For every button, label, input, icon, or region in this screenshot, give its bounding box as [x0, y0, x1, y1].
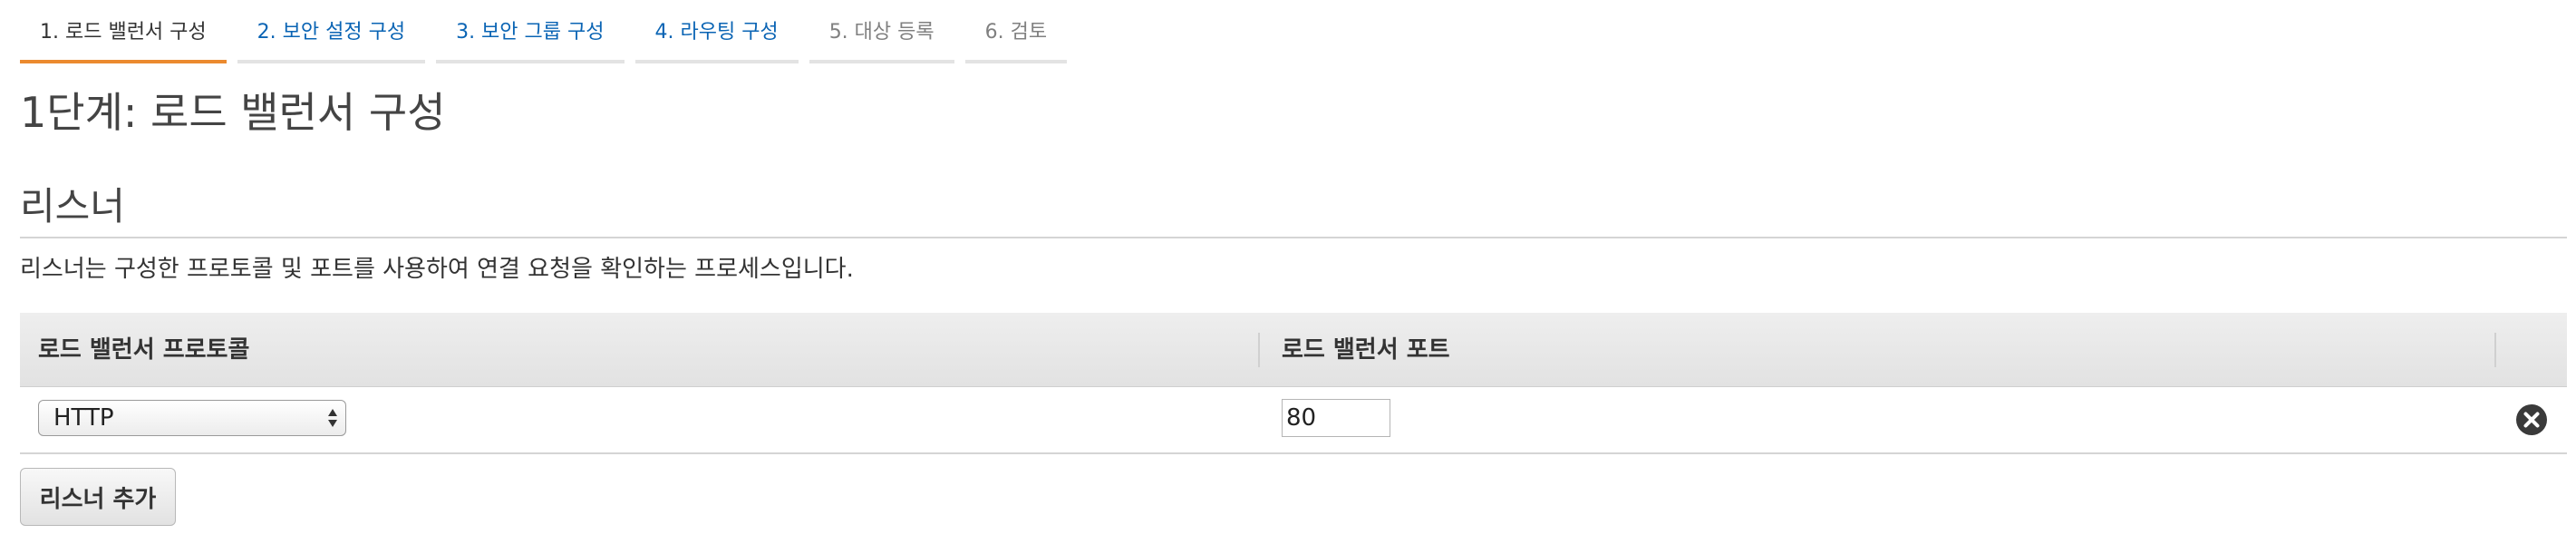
tab-step-3-configure-security-groups[interactable]: 3. 보안 그룹 구성 — [436, 0, 625, 63]
column-header-protocol: 로드 밸런서 프로토콜 — [38, 336, 250, 364]
wizard-steps: 1. 로드 밸런서 구성 2. 보안 설정 구성 3. 보안 그룹 구성 4. … — [20, 0, 1078, 63]
tab-step-6-review: 6. 검토 — [964, 0, 1068, 63]
listeners-table-header: 로드 밸런서 프로토콜 로드 밸런서 포트 — [20, 313, 2567, 387]
close-circle-icon[interactable] — [2515, 403, 2548, 436]
tab-step-1-configure-load-balancer[interactable]: 1. 로드 밸런서 구성 — [20, 0, 227, 63]
table-row: HTTP — [20, 387, 2567, 454]
page-title: 1단계: 로드 밸런서 구성 — [20, 88, 446, 137]
column-divider — [2494, 333, 2496, 367]
section-divider — [20, 237, 2567, 238]
protocol-select[interactable]: HTTP — [38, 400, 346, 436]
listeners-table: 로드 밸런서 프로토콜 로드 밸런서 포트 HTTP — [20, 313, 2567, 454]
column-header-port: 로드 밸런서 포트 — [1282, 336, 1450, 364]
column-divider — [1258, 333, 1260, 367]
port-input[interactable] — [1282, 399, 1390, 437]
tab-step-2-configure-security-settings[interactable]: 2. 보안 설정 구성 — [237, 0, 426, 63]
listeners-description: 리스너는 구성한 프로토콜 및 포트를 사용하여 연결 요청을 확인하는 프로세… — [20, 256, 854, 283]
select-arrows-icon — [328, 409, 337, 427]
listeners-section-title: 리스너 — [20, 184, 125, 228]
tab-step-5-register-targets: 5. 대상 등록 — [809, 0, 954, 63]
protocol-select-value: HTTP — [53, 404, 114, 432]
tab-step-4-configure-routing[interactable]: 4. 라우팅 구성 — [634, 0, 799, 63]
add-listener-button[interactable]: 리스너 추가 — [20, 468, 176, 526]
